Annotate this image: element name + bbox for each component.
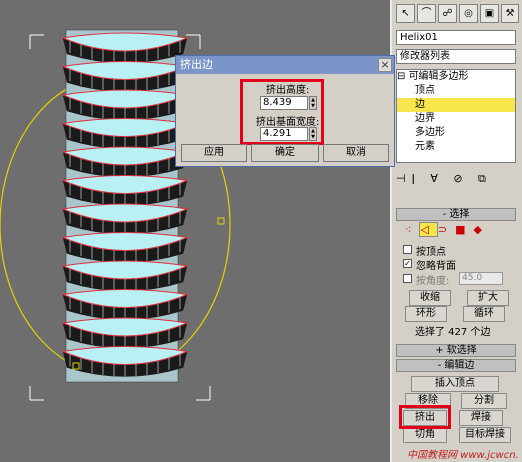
dialog-highlight-box [240,79,324,145]
ok-button[interactable]: 确定 [251,144,319,162]
create-tab-icon[interactable]: ↖ [396,4,415,23]
stack-root-label: 可编辑多边形 [408,71,469,82]
ignore-backfacing-label: 忽略背面 [416,261,456,272]
display-tab-icon[interactable]: ▣ [480,4,499,23]
split-button[interactable]: 分割 [461,393,507,409]
selection-status: 选择了 427 个边 [415,327,491,338]
stack-root[interactable]: ⊟ 可编辑多边形 [397,70,515,84]
modifier-list-dropdown[interactable]: 修改器列表 [396,49,516,64]
angle-input[interactable]: 45.0 [459,272,503,285]
by-angle-checkbox[interactable] [403,274,412,283]
close-icon[interactable]: × [378,58,392,72]
stack-tools-icons[interactable]: ⊣ǀ ∀ ⊘ ⧉ [396,170,516,188]
stack-item-vertex[interactable]: 顶点 [397,84,515,98]
shrink-button[interactable]: 收缩 [409,290,451,306]
weld-button[interactable]: 焊接 [459,410,503,426]
loop-button[interactable]: 循环 [463,306,505,322]
soft-selection-title: 软选择 [446,345,477,356]
subobject-icons[interactable]: ⁖◁⊃■◆ [405,222,513,239]
by-angle-label: 按角度: [416,276,450,287]
extrude-edges-dialog: 挤出边 × 挤出高度: 8.439 ▲ ▼ 挤出基面宽度: 4.291 ▲ ▼ 应用… [175,55,395,167]
target-weld-button[interactable]: 目标焊接 [459,427,511,443]
modifier-stack[interactable]: ⊟ 可编辑多边形 顶点 边 边界 多边形 元素 [396,69,516,163]
command-panel: ↖ ⌒ ☍ ◎ ▣ ⚒ Helix01 修改器列表 ⊟ 可编辑多边形 顶点 边 … [393,0,522,462]
chamfer-button[interactable]: 切角 [403,427,447,443]
soft-selection-rollout-header[interactable]: + 软选择 [396,344,516,357]
stack-item-polygon[interactable]: 多边形 [397,126,515,140]
by-vertex-checkbox[interactable] [403,245,412,254]
insert-vertex-button[interactable]: 插入顶点 [411,376,499,392]
dialog-title: 挤出边 [176,56,394,74]
apply-button[interactable]: 应用 [181,144,247,162]
cancel-button[interactable]: 取消 [323,144,389,162]
motion-tab-icon[interactable]: ◎ [459,4,478,23]
selection-title: 选择 [449,209,470,220]
utilities-tab-icon[interactable]: ⚒ [501,4,519,23]
extrude-highlight-box [399,405,451,429]
watermark-text: 中国教程网 www.jcwcn.com [407,450,519,461]
edit-edges-rollout-header[interactable]: - 编辑边 [396,359,516,372]
ignore-backfacing-checkbox[interactable]: ✓ [403,259,412,268]
hierarchy-tab-icon[interactable]: ☍ [438,4,457,23]
selection-rollout-header[interactable]: - 选择 [396,208,516,221]
stack-item-element[interactable]: 元素 [397,140,515,154]
object-name-field[interactable]: Helix01 [396,30,516,45]
ring-button[interactable]: 环形 [405,306,447,322]
modify-tab-icon[interactable]: ⌒ [417,4,436,23]
grow-button[interactable]: 扩大 [467,290,509,306]
edit-edges-title: 编辑边 [444,360,475,371]
by-vertex-label: 按顶点 [416,247,446,258]
helix-gizmo-right [217,217,225,225]
stack-item-border[interactable]: 边界 [397,112,515,126]
stack-item-edge[interactable]: 边 [397,98,515,112]
